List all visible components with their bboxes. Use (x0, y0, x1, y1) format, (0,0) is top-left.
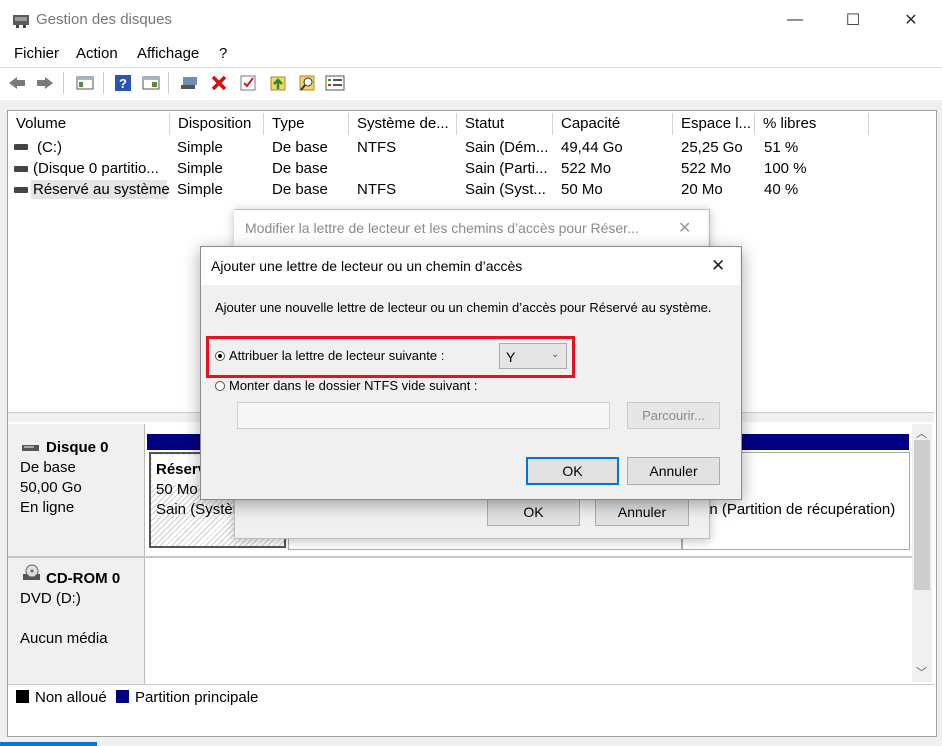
scroll-thumb[interactable] (914, 440, 930, 590)
dialog-back-title: Modifier la lettre de lecteur et les che… (245, 220, 639, 236)
forward-icon[interactable] (34, 72, 56, 94)
maximize-button[interactable]: ☐ (830, 0, 876, 40)
dialog-description: Ajouter une nouvelle lettre de lecteur o… (215, 300, 712, 315)
drive-icon (14, 144, 28, 150)
cell-free-space: 522 Mo (681, 160, 732, 177)
window-title: Gestion des disques (36, 11, 172, 28)
drive-letter-value: Y (506, 349, 516, 365)
help-icon[interactable]: ? (112, 72, 134, 94)
svg-text:?: ? (119, 76, 127, 91)
cell-disposition: Simple (177, 139, 223, 156)
cell-volume: (Disque 0 partitio... (33, 160, 159, 177)
close-button[interactable]: ✕ (888, 0, 934, 40)
cell-percent-free: 51 % (764, 139, 799, 156)
partition-reserved-size: 50 Mo (156, 481, 198, 498)
col-header-status[interactable]: Statut (457, 113, 553, 135)
legend-primary-label: Partition principale (135, 689, 259, 706)
taskbar-accent (0, 742, 97, 746)
scroll-down-icon[interactable]: ﹀ (916, 664, 927, 680)
col-header-percent-free[interactable]: % libres (755, 113, 869, 135)
minimize-button[interactable]: — (772, 0, 818, 40)
browse-button[interactable]: Parcourir... (627, 402, 720, 429)
legend-unallocated-swatch (16, 690, 29, 703)
connect-icon[interactable] (178, 72, 200, 94)
drive-icon (14, 187, 28, 193)
col-header-volume[interactable]: Volume (8, 113, 170, 135)
menu-action[interactable]: Action (76, 45, 118, 62)
legend-unallocated-label: Non alloué (35, 689, 107, 706)
cell-capacity: 522 Mo (561, 160, 612, 177)
col-header-capacity[interactable]: Capacité (553, 113, 673, 135)
scroll-up-icon[interactable]: ︿ (916, 425, 927, 441)
disk0-name: Disque 0 (46, 439, 109, 456)
dialog-front-close-icon[interactable]: ✕ (711, 256, 725, 276)
col-header-disposition[interactable]: Disposition (170, 113, 264, 135)
export-icon[interactable] (267, 72, 289, 94)
col-header-filesystem[interactable]: Système de... (349, 113, 457, 135)
cell-free-space: 25,25 Go (681, 139, 743, 156)
cdrom-icon (22, 563, 42, 588)
cell-capacity: 50 Mo (561, 181, 603, 198)
partition-reserved-name: Réserv (156, 461, 207, 478)
cell-filesystem: NTFS (357, 181, 397, 198)
legend-primary-swatch (116, 690, 129, 703)
console-tree-icon[interactable] (74, 72, 96, 94)
cell-percent-free: 40 % (764, 181, 799, 198)
back-icon[interactable] (6, 72, 28, 94)
cdrom0-name: CD-ROM 0 (46, 570, 121, 587)
cell-free-space: 20 Mo (681, 181, 723, 198)
disk-icon (22, 440, 40, 458)
dialog-back-ok-button[interactable]: OK (487, 498, 580, 526)
cell-disposition: Simple (177, 181, 223, 198)
disk0-type: De base (20, 459, 76, 476)
cell-type: De base (272, 139, 328, 156)
ok-button[interactable]: OK (526, 457, 619, 485)
disk0-status: En ligne (20, 499, 75, 516)
radio-assign-letter[interactable] (215, 351, 225, 361)
partition-reserved-status: Sain (Systèn (156, 501, 242, 518)
toolbar-separator (63, 72, 64, 94)
dialog-back-cancel-button[interactable]: Annuler (595, 498, 689, 526)
disk-management-icon (12, 11, 30, 29)
menu-help[interactable]: ? (219, 45, 227, 62)
toolbar-separator (103, 72, 104, 94)
dialog-front-title: Ajouter une lettre de lecteur ou un chem… (211, 258, 523, 274)
cdrom0-status: Aucun média (20, 630, 108, 647)
toolbar-separator (168, 72, 169, 94)
cancel-button[interactable]: Annuler (627, 457, 720, 485)
cell-type: De base (272, 181, 328, 198)
cell-status: Sain (Parti... (465, 160, 548, 177)
menu-fichier[interactable]: Fichier (14, 45, 59, 62)
radio-mount-folder[interactable] (215, 381, 225, 391)
cell-volume: Réservé au système (33, 181, 170, 198)
chevron-down-icon: ⌄ (551, 349, 560, 360)
menu-affichage[interactable]: Affichage (137, 45, 199, 62)
check-icon[interactable] (237, 72, 259, 94)
disk0-size: 50,00 Go (20, 479, 82, 496)
cell-percent-free: 100 % (764, 160, 807, 177)
option-assign-letter-label[interactable]: Attribuer la lettre de lecteur suivante … (229, 348, 444, 363)
cell-disposition: Simple (177, 160, 223, 177)
cell-filesystem: NTFS (357, 139, 397, 156)
cell-status: Sain (Dém... (465, 139, 549, 156)
col-header-type[interactable]: Type (264, 113, 349, 135)
search-icon[interactable] (296, 72, 318, 94)
cell-status: Sain (Syst... (465, 181, 546, 198)
cell-volume: (C:) (37, 139, 62, 156)
col-header-free-space[interactable]: Espace l... (673, 113, 755, 135)
properties-icon[interactable] (140, 72, 162, 94)
delete-icon[interactable] (208, 72, 230, 94)
partition-recovery-status: in (Partition de récupération) (706, 501, 896, 518)
drive-icon (14, 166, 28, 172)
cell-type: De base (272, 160, 328, 177)
cdrom0-type: DVD (D:) (20, 590, 81, 607)
cell-capacity: 49,44 Go (561, 139, 623, 156)
mount-path-input[interactable] (237, 402, 610, 429)
dialog-back-close-icon[interactable]: ✕ (678, 218, 691, 238)
option-mount-folder-label[interactable]: Monter dans le dossier NTFS vide suivant… (229, 378, 478, 393)
list-icon[interactable] (324, 72, 346, 94)
